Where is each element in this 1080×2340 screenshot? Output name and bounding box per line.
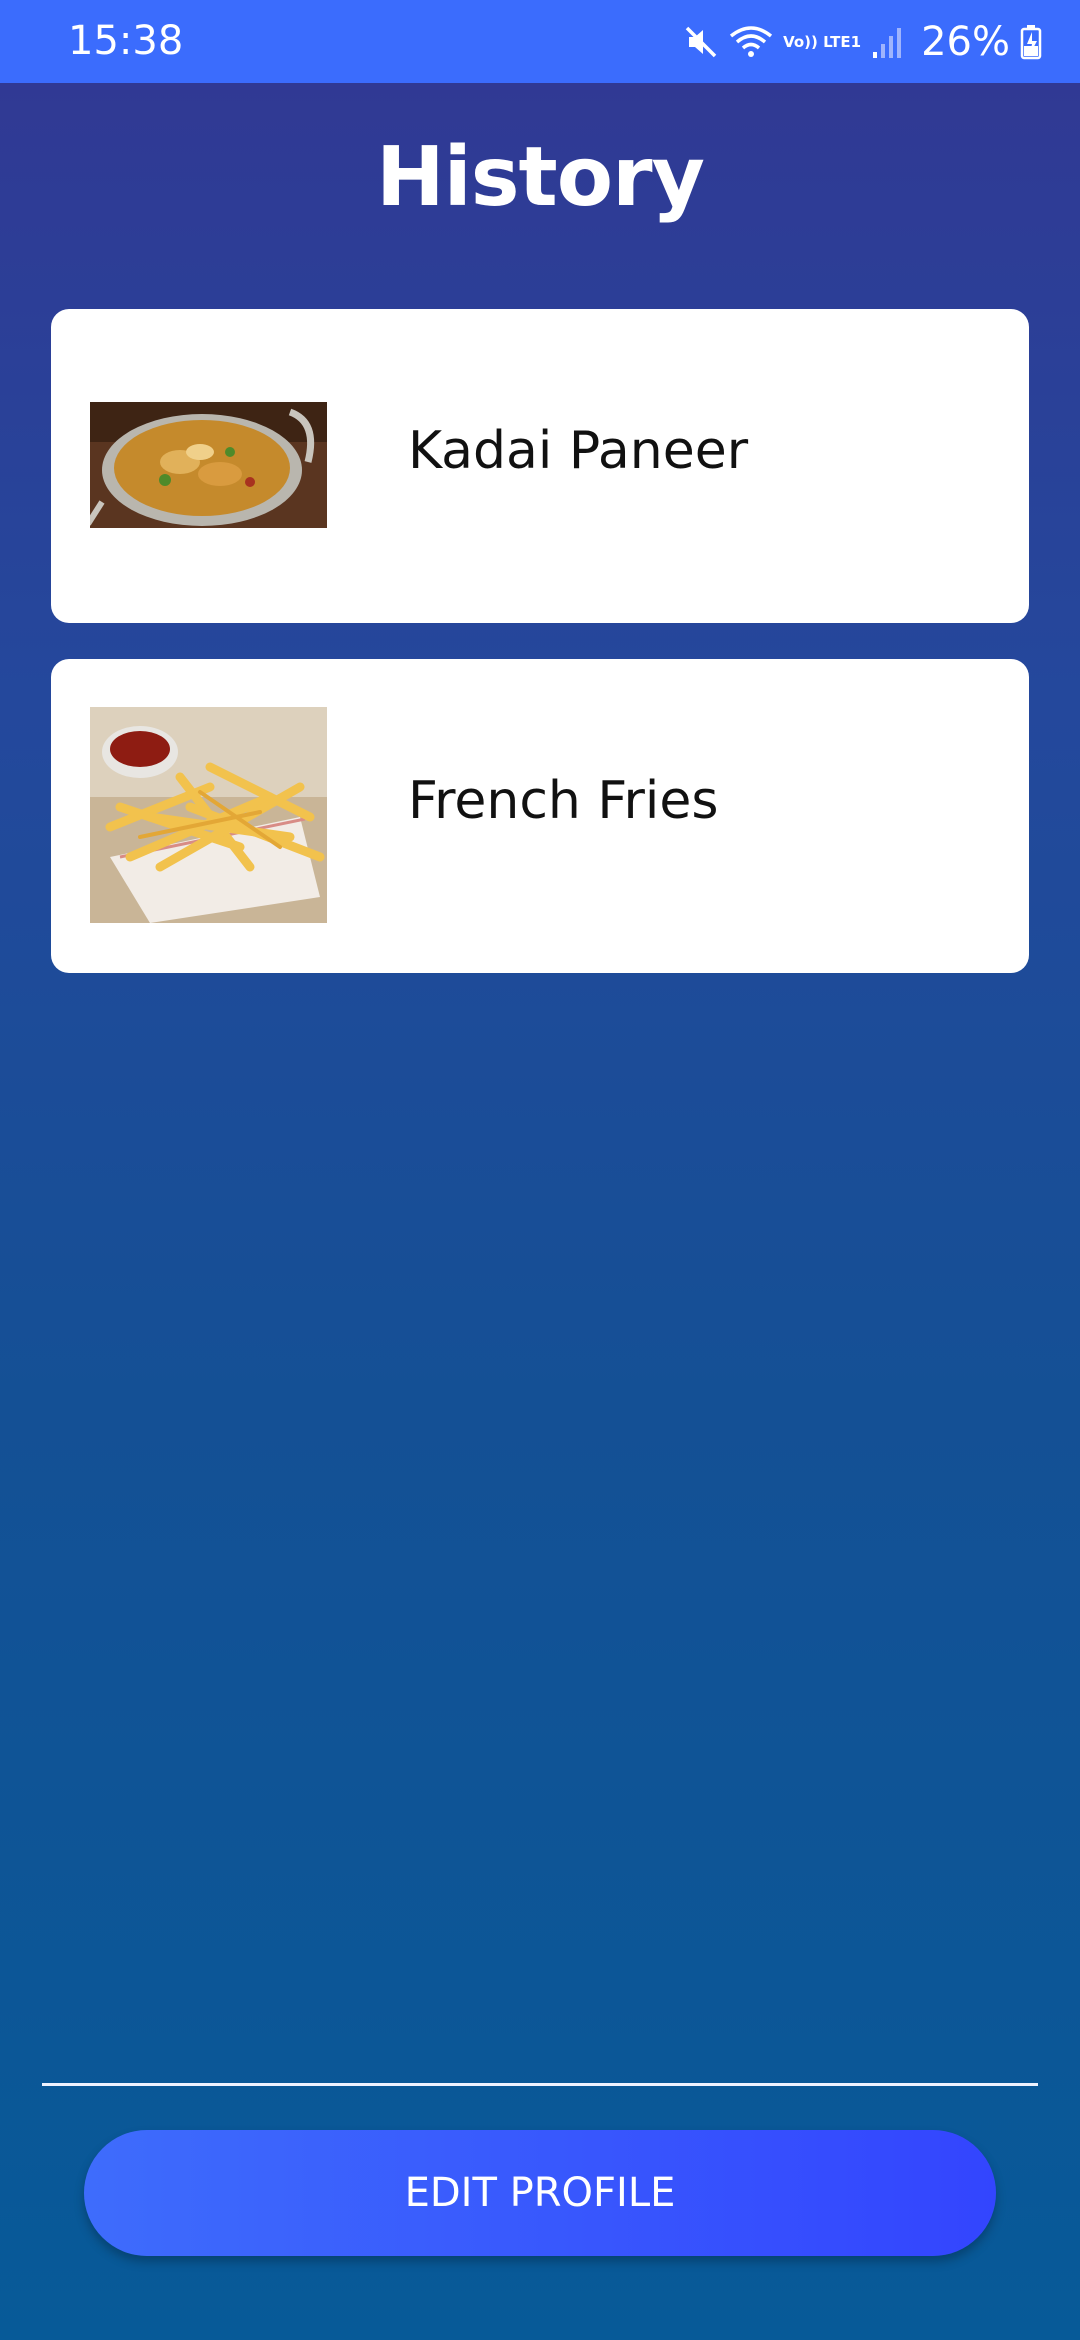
mute-icon bbox=[683, 24, 719, 60]
history-item-label: Kadai Paneer bbox=[408, 421, 749, 481]
footer-divider bbox=[42, 2083, 1038, 2086]
history-item-french-fries[interactable]: French Fries bbox=[51, 659, 1029, 973]
battery-charging-icon bbox=[1020, 24, 1042, 60]
status-time: 15:38 bbox=[68, 18, 184, 64]
history-item-label: French Fries bbox=[408, 771, 719, 831]
french-fries-image bbox=[90, 707, 327, 923]
page-title: History bbox=[376, 130, 705, 225]
status-icons: Vo)) LTE1 26% bbox=[683, 14, 1042, 70]
battery-percent: 26% bbox=[921, 19, 1010, 65]
status-bar: 15:38 Vo)) LTE1 26% bbox=[0, 0, 1080, 83]
wifi-icon bbox=[729, 24, 773, 60]
signal-icon bbox=[871, 24, 905, 60]
kadai-paneer-image bbox=[90, 402, 327, 528]
edit-profile-button[interactable]: EDIT PROFILE bbox=[84, 2130, 996, 2256]
history-item-kadai-paneer[interactable]: Kadai Paneer bbox=[51, 309, 1029, 623]
network-type-label: Vo)) LTE1 bbox=[783, 33, 862, 51]
